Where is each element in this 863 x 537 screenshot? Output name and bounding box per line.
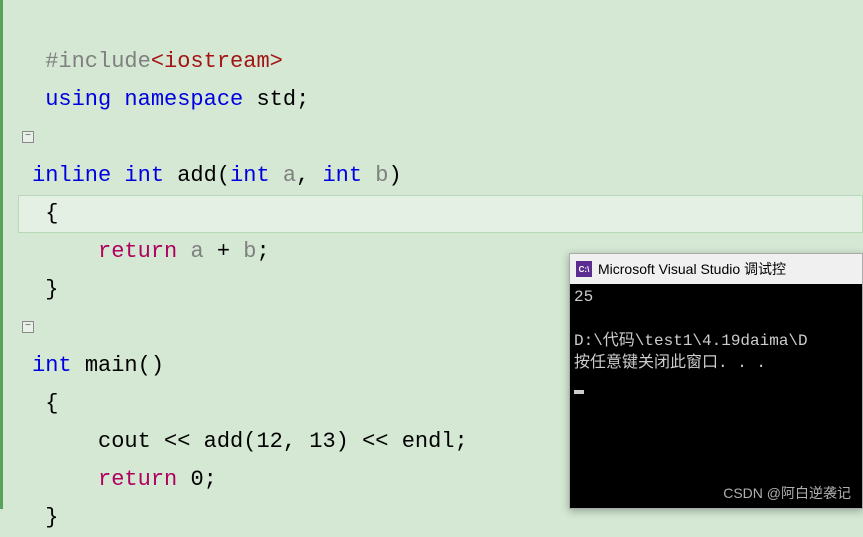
keyword: using (45, 87, 111, 112)
number: 0 (190, 467, 203, 492)
debug-console-window[interactable]: C:\ Microsoft Visual Studio 调试控 25 D:\代码… (569, 253, 863, 509)
func-name: add (177, 163, 217, 188)
code-line: cout << add(12, 13) << endl; (32, 429, 468, 454)
output-line: D:\代码\test1\4.19daima\D (574, 332, 808, 350)
keyword: int (230, 163, 270, 188)
identifier: b (243, 239, 256, 264)
punct: ) (336, 429, 349, 454)
output-line: 25 (574, 288, 593, 306)
func-name: main (85, 353, 138, 378)
identifier: cout (98, 429, 151, 454)
console-title-text: Microsoft Visual Studio 调试控 (598, 259, 786, 279)
operator: << (362, 429, 388, 454)
code-line (32, 125, 45, 150)
code-line: { (32, 391, 58, 416)
editor-gutter (0, 0, 18, 509)
param: a (283, 163, 296, 188)
number: 12 (256, 429, 282, 454)
code-line (32, 315, 45, 340)
punct: , (283, 429, 296, 454)
keyword: inline (32, 163, 111, 188)
punct: ( (217, 163, 230, 188)
preprocessor: #include (45, 49, 151, 74)
include-header: <iostream> (151, 49, 283, 74)
code-line: { (32, 201, 58, 226)
brace: } (45, 277, 58, 302)
code-line: return a + b; (32, 239, 270, 264)
keyword: int (322, 163, 362, 188)
code-content[interactable]: #include<iostream> using namespace std; … (32, 5, 468, 537)
operator: + (217, 239, 230, 264)
identifier: a (190, 239, 203, 264)
number: 13 (309, 429, 335, 454)
console-titlebar[interactable]: C:\ Microsoft Visual Studio 调试控 (570, 254, 862, 284)
punct: ( (138, 353, 151, 378)
keyword: int (124, 163, 164, 188)
punct: ; (455, 429, 468, 454)
keyword: return (98, 239, 177, 264)
brace: { (45, 391, 58, 416)
output-line: 按任意键关闭此窗口. . . (574, 354, 766, 372)
punct: ; (296, 87, 309, 112)
code-line: int main() (32, 353, 164, 378)
brace: { (45, 201, 58, 226)
operator: << (164, 429, 190, 454)
punct: , (296, 163, 309, 188)
console-output[interactable]: 25 D:\代码\test1\4.19daima\D 按任意键关闭此窗口. . … (570, 284, 862, 508)
code-line: using namespace std; (32, 87, 309, 112)
punct: ; (204, 467, 217, 492)
keyword: namespace (124, 87, 243, 112)
vs-icon: C:\ (576, 261, 592, 277)
keyword: int (32, 353, 72, 378)
param: b (375, 163, 388, 188)
identifier: std (256, 87, 296, 112)
identifier: endl (402, 429, 455, 454)
keyword: return (98, 467, 177, 492)
code-line: return 0; (32, 467, 217, 492)
code-line: } (32, 277, 58, 302)
punct: ) (151, 353, 164, 378)
func-call: add (204, 429, 244, 454)
code-line: inline int add(int a, int b) (32, 163, 402, 188)
watermark: CSDN @阿白逆袭记 (723, 483, 851, 503)
punct: ( (243, 429, 256, 454)
code-line: #include<iostream> (32, 49, 283, 74)
punct: ) (388, 163, 401, 188)
cursor-icon (574, 390, 584, 394)
punct: ; (256, 239, 269, 264)
